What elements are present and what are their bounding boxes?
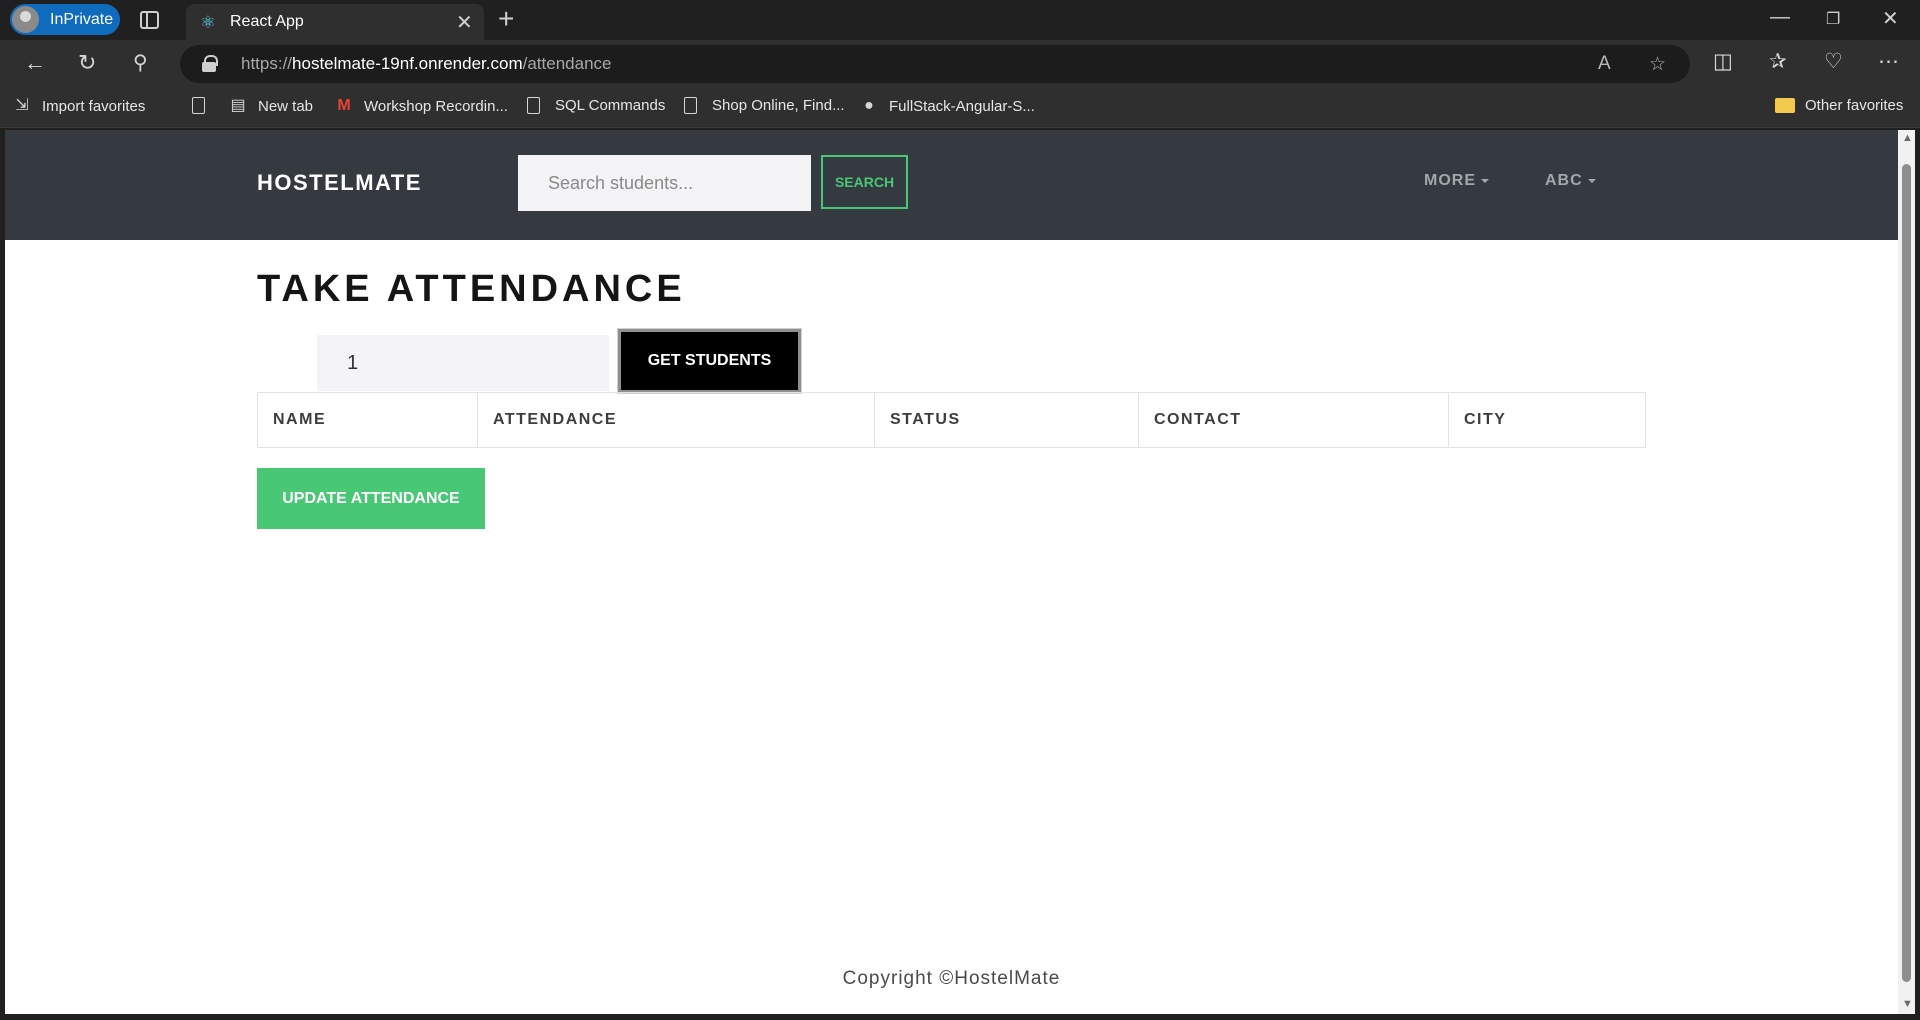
restore-icon[interactable]: ❐ (1826, 9, 1840, 29)
bookmark-shop-online[interactable]: Shop Online, Find... (684, 97, 845, 114)
new-tab-icon[interactable]: + (498, 3, 514, 35)
caret-down-icon (1481, 178, 1489, 183)
inprivate-profile-button[interactable]: InPrivate (10, 4, 120, 35)
lock-icon[interactable] (202, 55, 218, 72)
bookmark-other-favorites[interactable]: Other favorites (1775, 97, 1903, 114)
attendance-table: NAME ATTENDANCE STATUS CONTACT CITY (257, 392, 1646, 448)
page-icon (192, 97, 205, 114)
caret-down-icon (1587, 178, 1596, 183)
scrollbar-thumb[interactable] (1902, 164, 1911, 982)
window-frame (1915, 128, 1920, 1020)
split-screen-icon[interactable]: ◫ (1713, 49, 1733, 74)
browser-essentials-icon[interactable]: ♡ (1824, 49, 1843, 74)
get-students-button[interactable]: GET STUDENTS (617, 328, 802, 394)
tab-title: React App (230, 13, 304, 30)
refresh-icon[interactable]: ↻ (78, 50, 96, 76)
column-header-name: NAME (257, 392, 478, 448)
table-header-row: NAME ATTENDANCE STATUS CONTACT CITY (257, 392, 1646, 448)
minimize-icon[interactable]: — (1770, 6, 1790, 29)
search-button[interactable]: SEARCH (821, 155, 908, 209)
column-header-city: CITY (1448, 392, 1646, 448)
more-dropdown[interactable]: MORE (1424, 172, 1489, 190)
gmail-icon: M (337, 97, 351, 114)
footer-copyright: Copyright ©HostelMate (842, 968, 1061, 989)
browser-tab-active[interactable]: ⚛ React App ✕ (186, 4, 484, 40)
bookmark-fullstack[interactable]: ● FullStack-Angular-S... (861, 97, 1035, 115)
bookmark-workshop[interactable]: M Workshop Recordin... (336, 97, 508, 115)
column-header-status: STATUS (874, 392, 1139, 448)
back-icon[interactable]: ← (24, 50, 46, 76)
bookmark-blank[interactable] (192, 97, 205, 114)
scroll-down-icon[interactable]: ▼ (1902, 998, 1913, 1010)
import-icon: ⇲ (15, 97, 29, 114)
address-bar-row: ← ↻ ⚲ https://hostelmate-19nf.onrender.c… (0, 40, 1920, 88)
address-bar[interactable]: https://hostelmate-19nf.onrender.com/att… (180, 45, 1690, 83)
new-tab-page-icon: ▤ (230, 97, 246, 114)
app-navbar: HOSTELMATE SEARCH MORE ABC (5, 130, 1898, 240)
favorites-bar: ⇲ Import favorites ▤ New tab M Workshop Rec… (0, 88, 1920, 128)
close-tab-icon[interactable]: ✕ (456, 10, 473, 35)
update-attendance-button[interactable]: UPDATE ATTENDANCE (257, 468, 485, 529)
scroll-up-icon[interactable]: ▲ (1902, 132, 1913, 144)
page-viewport: HOSTELMATE SEARCH MORE ABC TAKE ATTENDAN… (5, 130, 1898, 1014)
profile-avatar-icon (12, 6, 39, 33)
page-title: TAKE ATTENDANCE (257, 268, 686, 310)
window-frame (0, 1014, 1920, 1020)
bookmark-import-favorites[interactable]: ⇲ Import favorites (14, 97, 145, 115)
page-scrollbar[interactable]: ▲ ▼ (1898, 130, 1915, 1014)
search-input[interactable] (518, 155, 811, 211)
search-icon[interactable]: ⚲ (133, 50, 148, 75)
github-icon: ● (864, 97, 874, 114)
close-window-icon[interactable]: ✕ (1882, 6, 1899, 31)
url-text[interactable]: https://hostelmate-19nf.onrender.com/att… (241, 54, 611, 74)
folder-icon (1775, 98, 1795, 113)
page-icon (527, 97, 540, 114)
react-logo-icon: ⚛ (200, 13, 216, 32)
favorite-star-icon[interactable]: ☆ (1649, 53, 1666, 76)
browser-title-bar: InPrivate ⚛ React App ✕ + — ❐ ✕ (0, 0, 1920, 40)
read-aloud-icon[interactable]: A (1598, 53, 1611, 75)
column-header-attendance: ATTENDANCE (477, 392, 875, 448)
inprivate-label: InPrivate (50, 10, 114, 28)
column-header-contact: CONTACT (1138, 392, 1449, 448)
page-icon (684, 97, 697, 114)
bookmark-sql-commands[interactable]: SQL Commands (527, 97, 665, 114)
bookmark-new-tab[interactable]: ▤ New tab (230, 97, 313, 115)
favorites-icon[interactable]: ✰ (1769, 49, 1787, 74)
user-dropdown[interactable]: ABC (1545, 172, 1596, 190)
room-number-input[interactable] (317, 335, 609, 391)
tab-actions-icon[interactable] (140, 11, 159, 29)
brand-logo[interactable]: HOSTELMATE (257, 170, 422, 196)
settings-more-icon[interactable]: ⋯ (1878, 49, 1899, 74)
